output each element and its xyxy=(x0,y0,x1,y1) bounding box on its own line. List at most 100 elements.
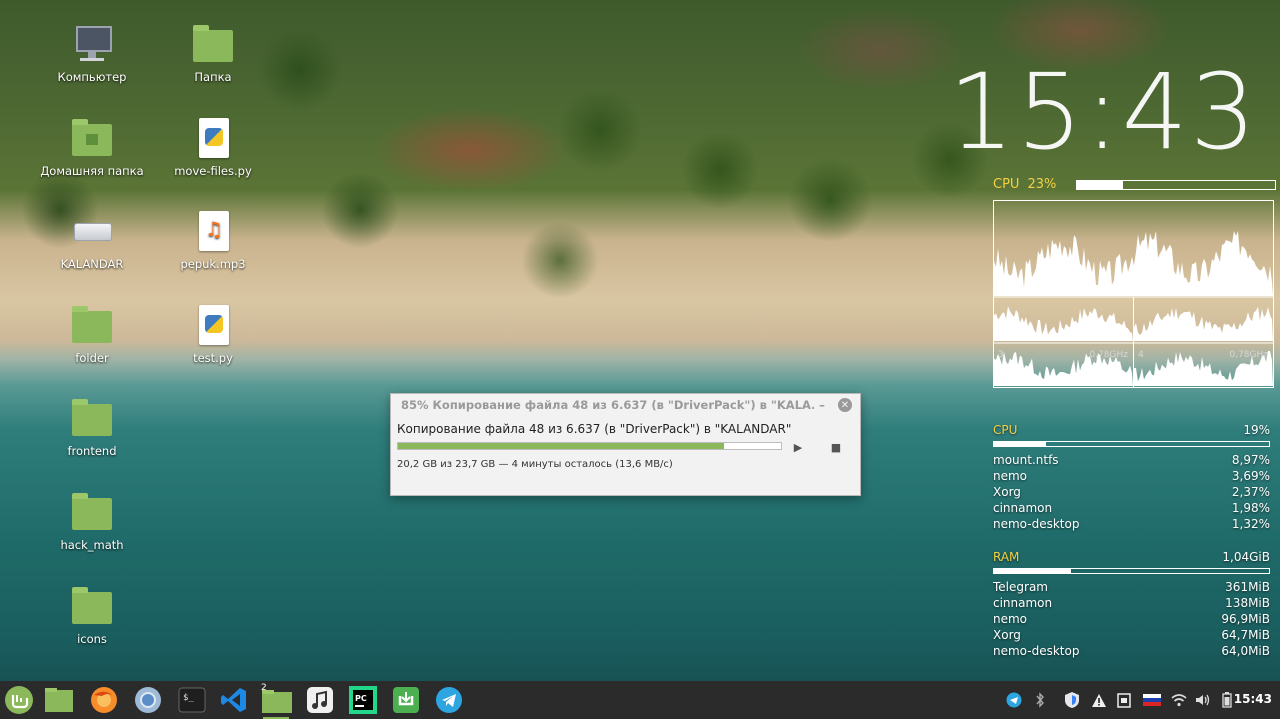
mint-menu-icon[interactable] xyxy=(3,685,35,715)
process-row: Telegram 361MiB xyxy=(993,579,1270,595)
process-name: cinnamon xyxy=(993,596,1053,610)
svg-text:$_: $_ xyxy=(183,693,194,703)
process-row: nemo 96,9MiB xyxy=(993,611,1270,627)
vscode-icon[interactable] xyxy=(219,685,249,715)
desktop-icon-label: test.py xyxy=(193,351,233,365)
process-name: cinnamon xyxy=(993,501,1053,515)
cpu-header-label: CPU xyxy=(993,177,1020,192)
desktop-icon[interactable]: move-files.py xyxy=(158,116,268,178)
process-name: Telegram xyxy=(993,580,1048,594)
core-label: 4 xyxy=(1138,350,1144,360)
desktop-icon[interactable]: ♫ pepuk.mp3 xyxy=(158,209,268,271)
process-row: nemo-desktop 64,0MiB xyxy=(993,643,1270,659)
core-label: 0,78GHz xyxy=(1229,350,1268,360)
files-window-icon[interactable]: 2 xyxy=(261,683,293,719)
cpu-total: 19% xyxy=(1243,423,1270,437)
desktop-icon[interactable]: hack_math xyxy=(37,490,147,552)
copy-progress-dialog: 85% Копирование файла 48 из 6.637 (в "Dr… xyxy=(390,393,861,496)
music-icon[interactable] xyxy=(305,685,335,715)
process-name: nemo-desktop xyxy=(993,644,1080,658)
pause-button[interactable]: ▶ xyxy=(789,438,807,456)
cpu-header-bar xyxy=(1076,180,1276,190)
computer-icon xyxy=(70,22,114,66)
process-value: 1,32% xyxy=(1231,517,1270,531)
volume-icon[interactable] xyxy=(1194,691,1212,709)
desktop-icon-label: Папка xyxy=(194,70,232,84)
process-name: nemo xyxy=(993,469,1028,483)
ram-label: RAM xyxy=(993,550,1020,564)
cpu-graphs: 3 0,78GHz 4 0,78GHz xyxy=(993,200,1274,388)
stop-button[interactable]: ■ xyxy=(827,438,845,456)
bluetooth-icon[interactable] xyxy=(1033,691,1047,709)
ram-usage-fill xyxy=(994,569,1071,573)
window-count-badge: 2 xyxy=(261,683,267,693)
pycharm-icon[interactable]: PC xyxy=(348,685,378,715)
clipboard-icon[interactable] xyxy=(1116,691,1132,709)
process-row: nemo 3,69% xyxy=(993,468,1270,484)
cpu-header-bar-fill xyxy=(1077,181,1123,189)
chromium-icon[interactable] xyxy=(133,685,163,715)
desktop-icon[interactable]: Компьютер xyxy=(37,22,147,84)
process-name: nemo xyxy=(993,612,1028,626)
process-name: nemo-desktop xyxy=(993,517,1080,531)
minimize-button[interactable]: – xyxy=(814,398,830,412)
process-row: Xorg 64,7MiB xyxy=(993,627,1270,643)
shield-icon[interactable] xyxy=(1063,691,1081,709)
process-value: 8,97% xyxy=(1231,453,1270,467)
process-value: 1,98% xyxy=(1231,501,1270,515)
keyboard-layout-flag-icon[interactable] xyxy=(1142,691,1162,709)
desktop-icon[interactable]: folder xyxy=(37,303,147,365)
cpu-usage-fill xyxy=(994,442,1047,446)
process-row: Xorg 2,37% xyxy=(993,484,1270,500)
desktop-icon-label: icons xyxy=(77,632,107,646)
copy-progress-bar xyxy=(397,442,782,450)
process-value: 361MiB xyxy=(1225,580,1270,594)
ram-stats-header: RAM 1,04GiB xyxy=(993,549,1270,565)
battery-icon[interactable] xyxy=(1220,691,1234,709)
desktop-icon-label: KALANDAR xyxy=(60,257,124,271)
ram-usage-bar xyxy=(993,568,1270,574)
desktop-icon[interactable]: KALANDAR xyxy=(37,209,147,271)
process-row: cinnamon 1,98% xyxy=(993,500,1270,516)
dialog-titlebar[interactable]: 85% Копирование файла 48 из 6.637 (в "Dr… xyxy=(391,394,860,416)
drive-icon xyxy=(70,209,114,253)
taskbar-clock[interactable]: 15:43 xyxy=(1234,692,1272,706)
cpu-activity-graph xyxy=(994,306,1133,341)
dialog-main-text: Копирование файла 48 из 6.637 (в "Driver… xyxy=(397,422,792,436)
firefox-icon[interactable] xyxy=(89,685,119,715)
warning-icon[interactable] xyxy=(1091,691,1107,709)
telegram-tray-icon[interactable] xyxy=(1005,691,1023,709)
telegram-icon[interactable] xyxy=(434,685,464,715)
desktop-icon-label: frontend xyxy=(67,444,117,458)
desktop-icon-label: hack_math xyxy=(60,538,124,552)
cpu-activity-graph xyxy=(994,231,1273,296)
cpu-label: CPU xyxy=(993,423,1018,437)
desktop-icon[interactable]: icons xyxy=(37,584,147,646)
wifi-icon[interactable] xyxy=(1170,691,1188,709)
cpu-usage-bar xyxy=(993,441,1270,447)
folder-icon xyxy=(70,490,114,534)
process-value: 2,37% xyxy=(1231,485,1270,499)
files-icon[interactable] xyxy=(44,685,74,715)
conky-cpu-stats: CPU 19% mount.ntfs 8,97% nemo 3,69% Xorg 2,37% c… xyxy=(993,422,1270,532)
desktop-icon-label: folder xyxy=(75,351,109,365)
folder-icon xyxy=(191,22,235,66)
process-name: Xorg xyxy=(993,628,1021,642)
process-value: 64,7MiB xyxy=(1221,628,1270,642)
desktop-icon[interactable]: frontend xyxy=(37,396,147,458)
desktop-icon[interactable]: Папка xyxy=(158,22,268,84)
updater-icon[interactable] xyxy=(391,685,421,715)
desktop-icon[interactable]: Домашняя папка xyxy=(37,116,147,178)
desktop-icon-label: Компьютер xyxy=(57,70,127,84)
copy-progress-fill xyxy=(398,443,724,449)
core-label: 3 xyxy=(998,350,1004,360)
terminal-icon[interactable]: $_ xyxy=(177,685,207,715)
python-file-icon xyxy=(191,116,235,160)
process-name: mount.ntfs xyxy=(993,453,1059,467)
process-row: nemo-desktop 1,32% xyxy=(993,516,1270,532)
close-button[interactable]: ✕ xyxy=(838,398,852,412)
desktop-icon-label: pepuk.mp3 xyxy=(180,257,246,271)
cpu-stats-header: CPU 19% xyxy=(993,422,1270,438)
desktop-icon-label: Домашняя папка xyxy=(40,164,144,178)
desktop-icon[interactable]: test.py xyxy=(158,303,268,365)
